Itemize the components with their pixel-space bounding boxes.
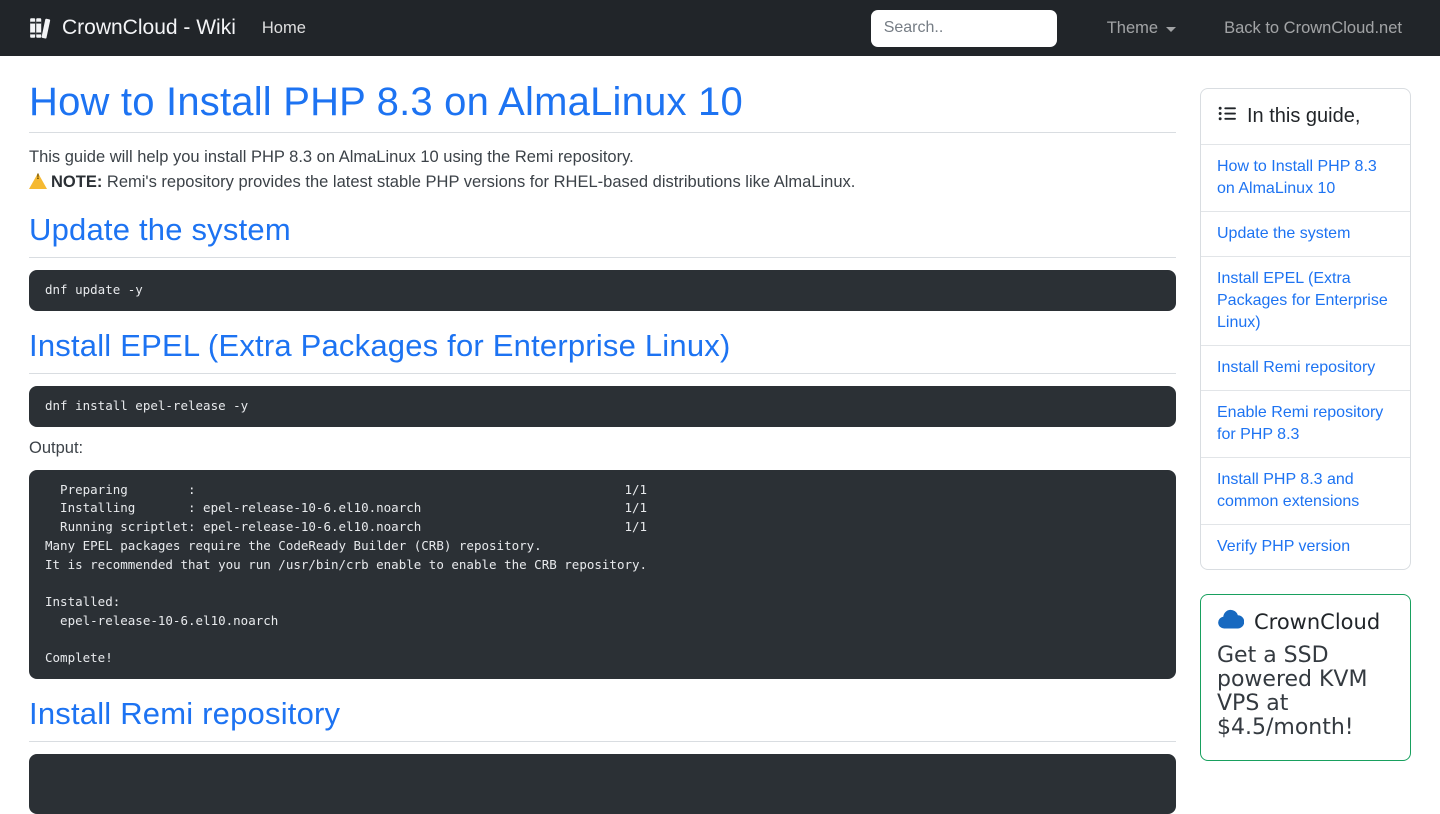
- toc-card: In this guide, How to Install PHP 8.3 on…: [1200, 88, 1411, 570]
- section-heading-update-system: Update the system: [29, 212, 291, 247]
- search-input[interactable]: [870, 9, 1057, 47]
- note-label: NOTE:: [51, 173, 103, 191]
- toc-link-enable-remi[interactable]: Enable Remi repository for PHP 8.3: [1201, 390, 1410, 457]
- section-heading-install-epel: Install EPEL (Extra Packages for Enterpr…: [29, 327, 731, 363]
- output-label: Output:: [29, 438, 84, 457]
- code-block-epel-output: Preparing : 1/1 Installing : epel-releas…: [29, 469, 1176, 679]
- promo-card[interactable]: CrownCloud Get a SSD powered KVM VPS at …: [1200, 594, 1411, 761]
- promo-text: Get a SSD powered KVM VPS at $4.5/month!: [1217, 643, 1368, 740]
- chevron-down-icon: [1166, 26, 1177, 32]
- toc-header: In this guide,: [1201, 89, 1410, 144]
- article: How to Install PHP 8.3 on AlmaLinux 10 T…: [29, 80, 1176, 814]
- toc-list: How to Install PHP 8.3 on AlmaLinux 10 U…: [1201, 144, 1410, 569]
- back-to-crowncloud-link[interactable]: Back to CrownCloud.net: [1224, 19, 1402, 38]
- brand-title: CrownCloud - Wiki: [62, 16, 236, 39]
- code-text: dnf install epel-release -y: [45, 397, 249, 413]
- warning-icon: [29, 173, 47, 189]
- sidebar: In this guide, How to Install PHP 8.3 on…: [1200, 88, 1411, 761]
- code-block-dnf-update: dnf update -y: [29, 270, 1176, 311]
- navbar-right: Theme Back to CrownCloud.net: [870, 9, 1402, 47]
- theme-dropdown[interactable]: Theme: [1106, 18, 1177, 38]
- nav-link-home[interactable]: Home: [262, 19, 306, 38]
- divider: [29, 372, 1176, 374]
- intro-text: This guide will help you install PHP 8.3…: [29, 148, 634, 166]
- page-body: How to Install PHP 8.3 on AlmaLinux 10 T…: [0, 56, 1440, 814]
- theme-label: Theme: [1106, 18, 1159, 37]
- note-text: Remi's repository provides the latest st…: [102, 173, 856, 191]
- toc-link-update-system[interactable]: Update the system: [1201, 211, 1410, 256]
- code-block-install-epel: dnf install epel-release -y: [29, 385, 1176, 427]
- list-ul-icon: [1217, 103, 1238, 130]
- code-output-text: Preparing : 1/1 Installing : epel-releas…: [45, 481, 648, 666]
- toc-link-install-php[interactable]: Install PHP 8.3 and common extensions: [1201, 457, 1410, 524]
- toc-link-verify-php[interactable]: Verify PHP version: [1201, 524, 1410, 569]
- cloud-icon: [1217, 609, 1245, 634]
- promo-title: CrownCloud: [1254, 609, 1381, 634]
- toc-link-install-epel[interactable]: Install EPEL (Extra Packages for Enterpr…: [1201, 256, 1410, 345]
- divider: [29, 132, 1176, 133]
- books-icon: [28, 15, 54, 41]
- toc-link-how-to-install[interactable]: How to Install PHP 8.3 on AlmaLinux 10: [1201, 144, 1410, 211]
- section-heading-install-remi: Install Remi repository: [29, 696, 341, 731]
- toc-link-install-remi[interactable]: Install Remi repository: [1201, 345, 1410, 390]
- divider: [29, 741, 1176, 742]
- code-block-install-remi: [29, 754, 1176, 814]
- page-title: How to Install PHP 8.3 on AlmaLinux 10: [29, 80, 743, 124]
- top-navbar: CrownCloud - Wiki Home Theme Back to Cro…: [0, 0, 1440, 56]
- divider: [29, 257, 1176, 258]
- brand[interactable]: CrownCloud - Wiki: [28, 15, 236, 41]
- toc-title: In this guide,: [1247, 105, 1361, 127]
- intro-paragraph: This guide will help you install PHP 8.3…: [29, 145, 1176, 195]
- promo-header: CrownCloud: [1217, 609, 1394, 634]
- code-text: dnf update -y: [45, 282, 143, 297]
